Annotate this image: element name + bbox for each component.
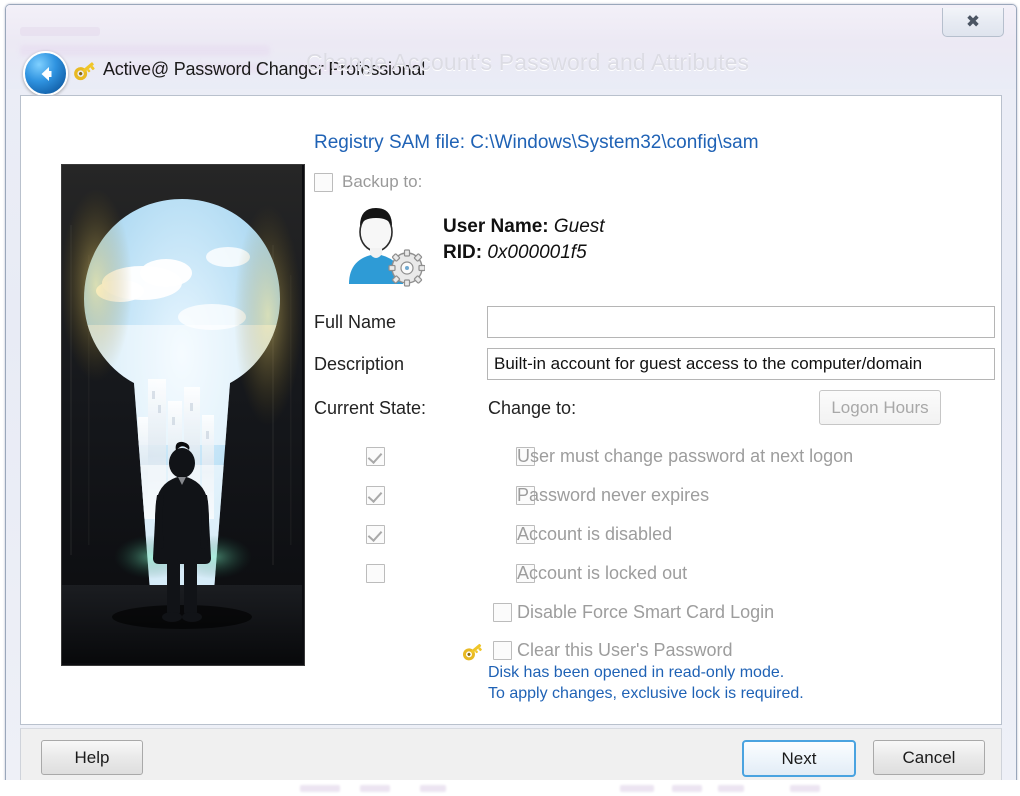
current-state-column-label: Current State: (314, 398, 427, 418)
compression-artifact (790, 785, 820, 792)
full-name-input[interactable] (487, 306, 995, 338)
attribute-label: Disable Force Smart Card Login (517, 602, 775, 622)
table-row: User must change password at next logon (21, 441, 1001, 477)
logon-hours-button[interactable]: Logon Hours (819, 390, 941, 425)
compression-artifact (360, 785, 390, 792)
compression-artifact (672, 785, 702, 792)
application-window: ✖ Active@ Password Changer Professional … (0, 0, 1020, 796)
attribute-label: Clear this User's Password (517, 640, 733, 660)
cancel-button[interactable]: Cancel (873, 740, 985, 775)
back-button[interactable] (23, 51, 68, 96)
key-icon (74, 62, 95, 81)
attribute-label: Account is disabled (517, 524, 673, 544)
dialog-footer: Help Next Cancel (20, 728, 1002, 784)
backup-to-label: Backup to: (342, 172, 423, 191)
current-state-checkbox (366, 564, 385, 583)
table-row: Password never expires (21, 480, 1001, 516)
change-to-column-label: Change to: (488, 398, 577, 418)
change-to-checkbox[interactable] (493, 603, 512, 622)
user-rid-label: RID: (443, 241, 483, 263)
next-button[interactable]: Next (742, 740, 856, 777)
backup-to-row[interactable]: Backup to: (314, 172, 422, 192)
user-name-line: User Name: Guest (443, 214, 605, 240)
readonly-warning-line-2: To apply changes, exclusive lock is requ… (488, 685, 804, 702)
attribute-label: User must change password at next logon (517, 446, 854, 466)
current-state-checkbox (366, 525, 385, 544)
current-state-checkbox (366, 447, 385, 466)
content-panel: Registry SAM file: C:\Windows\System32\c… (20, 95, 1002, 725)
help-button[interactable]: Help (41, 740, 143, 775)
description-input[interactable] (487, 348, 995, 380)
user-name-label: User Name: (443, 216, 549, 237)
back-arrow-icon (41, 66, 51, 81)
backup-to-checkbox[interactable] (314, 172, 333, 192)
key-icon (462, 643, 482, 661)
table-row: Disable Force Smart Card Login (21, 597, 1001, 633)
compression-artifact (300, 785, 340, 792)
window-frame: ✖ Active@ Password Changer Professional … (5, 4, 1017, 790)
title-bar: ✖ Active@ Password Changer Professional … (6, 5, 1016, 96)
description-label: Description (314, 354, 405, 374)
user-identity-block: User Name: Guest RID: 0x000001f5 (443, 214, 605, 266)
bottom-artifact-strip (0, 780, 1020, 796)
compression-artifact (20, 27, 100, 36)
attribute-label: Account is locked out (517, 563, 688, 583)
close-icon: ✖ (965, 11, 981, 32)
registry-sam-file-path: Registry SAM file: C:\Windows\System32\c… (314, 132, 759, 153)
full-name-label: Full Name (314, 312, 397, 332)
close-button[interactable]: ✖ (942, 8, 1004, 37)
user-rid-line: RID: 0x000001f5 (443, 240, 605, 266)
table-row: Account is locked out (21, 558, 1001, 594)
attribute-label: Password never expires (517, 485, 710, 505)
user-rid-value: 0x000001f5 (487, 241, 587, 263)
compression-artifact (420, 785, 446, 792)
compression-artifact (718, 785, 744, 792)
clear-password-checkbox[interactable] (493, 641, 512, 660)
user-account-icon (349, 208, 425, 287)
readonly-warning-line-1: Disk has been opened in read-only mode. (488, 664, 785, 681)
compression-artifact (620, 785, 654, 792)
current-state-checkbox (366, 486, 385, 505)
page-title-ghost: Change Account's Password and Attributes (306, 49, 750, 75)
user-name-value: Guest (553, 216, 605, 237)
table-row: Account is disabled (21, 519, 1001, 555)
